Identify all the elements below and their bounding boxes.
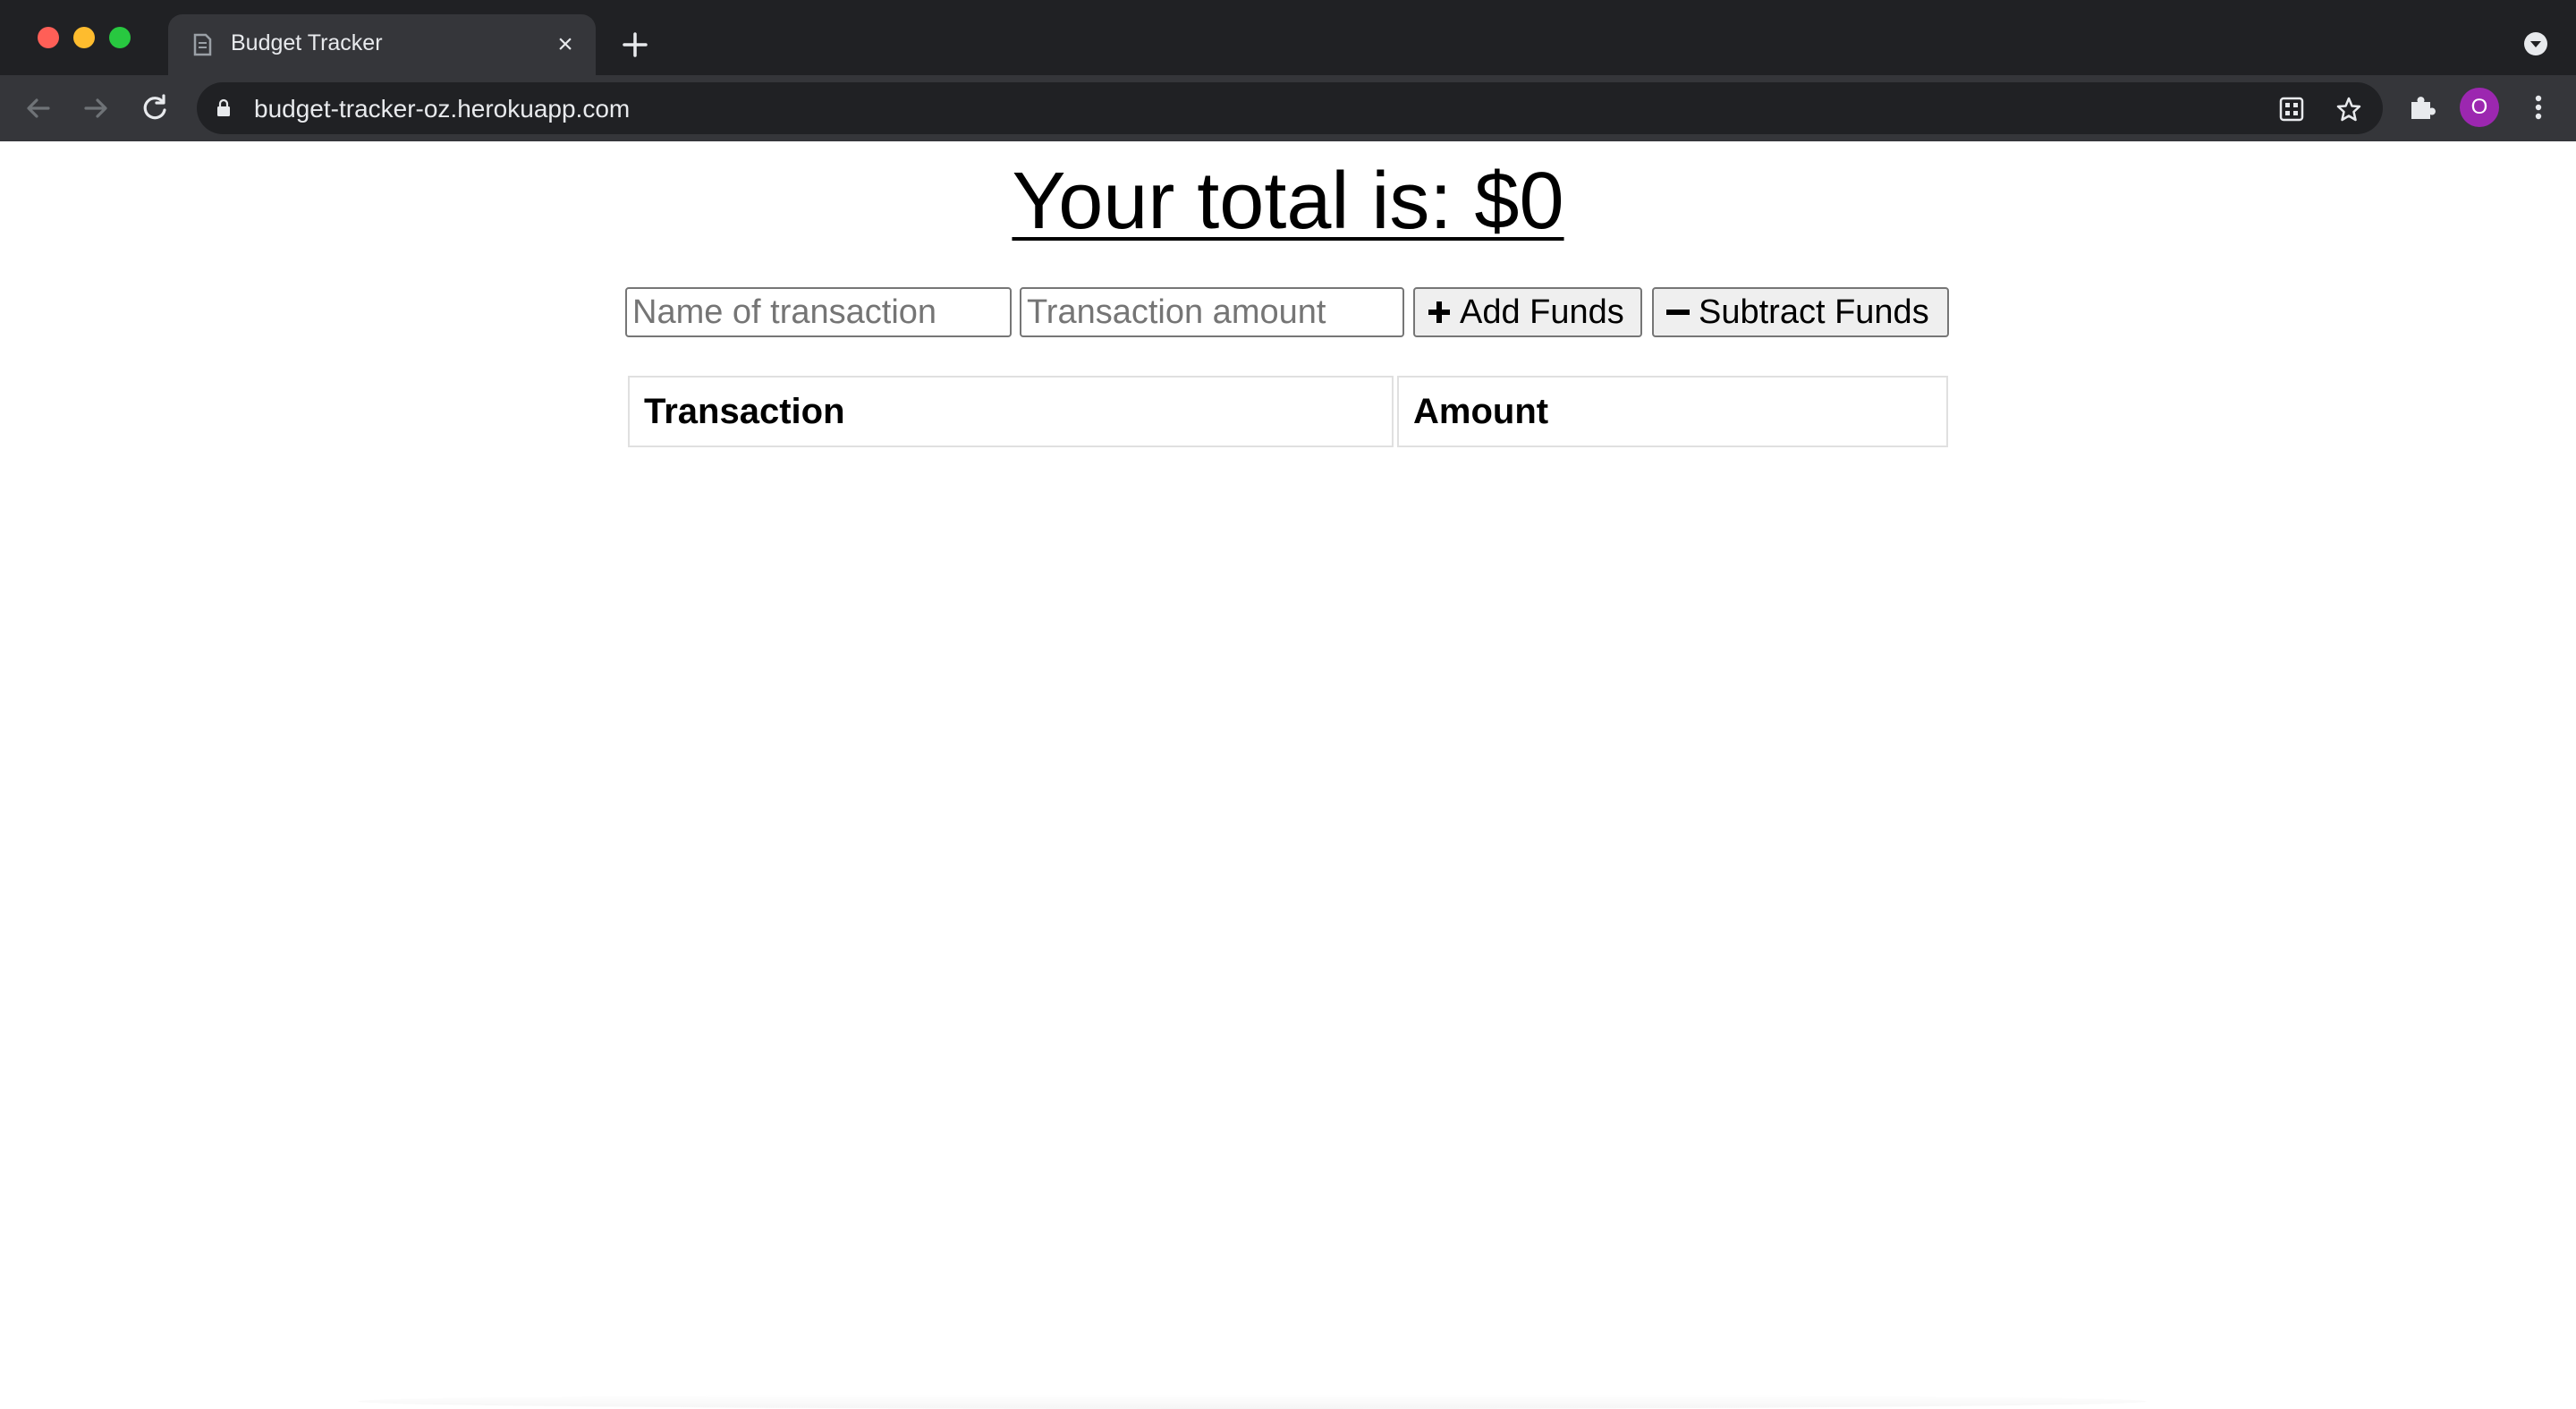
- avatar[interactable]: O: [2460, 88, 2499, 127]
- transaction-name-input[interactable]: [625, 287, 1012, 337]
- page-content: Your total is: $0 Add Funds Subtract Fun…: [0, 141, 2576, 1409]
- tab-strip: Budget Tracker ×: [0, 0, 2576, 75]
- bottom-shadow: [358, 1394, 2147, 1409]
- url-text[interactable]: budget-tracker-oz.herokuapp.com: [254, 95, 630, 123]
- subtract-funds-button[interactable]: Subtract Funds: [1652, 287, 1949, 337]
- minus-icon: [1666, 310, 1690, 315]
- transaction-amount-input[interactable]: [1020, 287, 1404, 337]
- qr-code-icon[interactable]: [2277, 95, 2306, 123]
- kebab-menu-icon[interactable]: [2522, 91, 2555, 123]
- add-funds-label: Add Funds: [1460, 293, 1624, 331]
- address-bar[interactable]: budget-tracker-oz.herokuapp.com: [197, 82, 2383, 134]
- maximize-window-button[interactable]: [109, 27, 131, 48]
- tab-close-icon[interactable]: ×: [551, 30, 580, 59]
- document-icon: [193, 33, 212, 56]
- subtract-funds-label: Subtract Funds: [1699, 293, 1929, 331]
- browser-chrome: Budget Tracker × budget-tracker-oz.herok…: [0, 0, 2576, 141]
- plus-icon: [1428, 301, 1450, 323]
- minimize-window-button[interactable]: [73, 27, 95, 48]
- add-funds-button[interactable]: Add Funds: [1413, 287, 1642, 337]
- tab-search-chevron-down-icon[interactable]: [2522, 30, 2549, 57]
- star-icon[interactable]: [2334, 95, 2363, 123]
- arrow-left-icon[interactable]: [21, 91, 55, 125]
- tab-title: Budget Tracker: [231, 30, 383, 55]
- new-tab-button[interactable]: [617, 27, 653, 63]
- tab-budget-tracker[interactable]: Budget Tracker ×: [168, 14, 596, 75]
- transactions-table: Transaction Amount: [628, 376, 1948, 447]
- puzzle-icon[interactable]: [2406, 91, 2438, 123]
- total-heading: Your total is: $0: [1012, 157, 1564, 246]
- reload-icon[interactable]: [138, 91, 172, 125]
- arrow-right-icon[interactable]: [79, 91, 113, 125]
- browser-toolbar: budget-tracker-oz.herokuapp.com: [0, 75, 2576, 141]
- column-header-transaction: Transaction: [628, 376, 1394, 447]
- column-header-amount: Amount: [1397, 376, 1948, 447]
- lock-icon[interactable]: [213, 98, 234, 119]
- close-window-button[interactable]: [38, 27, 59, 48]
